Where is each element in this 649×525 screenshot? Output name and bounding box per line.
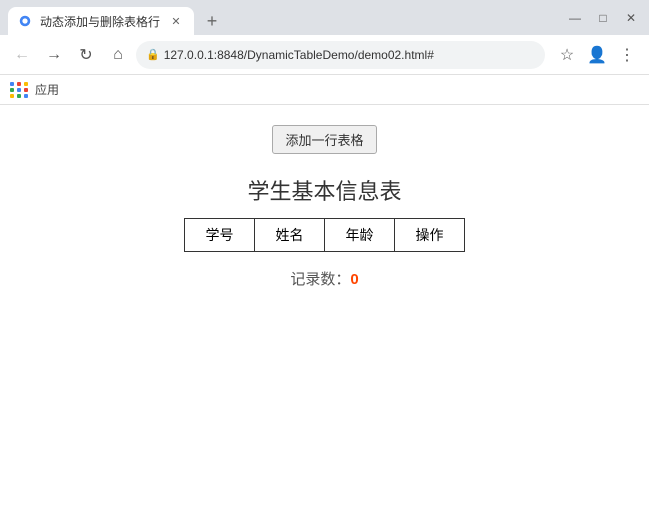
forward-button[interactable]: →: [40, 41, 68, 69]
more-button[interactable]: ⋮: [613, 41, 641, 69]
apps-button[interactable]: 应用: [10, 81, 59, 98]
record-label: 记录数：: [290, 271, 350, 288]
nav-bar: ← → ↻ ⌂ 🔒 127.0.0.1:8848/DynamicTableDem…: [0, 35, 649, 75]
table-header: 学号 姓名 年龄 操作: [185, 219, 465, 252]
window-controls: — □ ✕: [565, 11, 641, 25]
col-action: 操作: [395, 219, 465, 252]
home-button[interactable]: ⌂: [104, 41, 132, 69]
maximize-button[interactable]: □: [593, 11, 613, 25]
record-count-display: 记录数：0: [290, 268, 358, 289]
bookmark-button[interactable]: ☆: [553, 41, 581, 69]
nav-right-buttons: ☆ 👤 ⋮: [553, 41, 641, 69]
new-tab-button[interactable]: +: [198, 7, 226, 35]
table-title: 学生基本信息表: [247, 174, 401, 206]
browser-frame: 动态添加与删除表格行 ✕ + — □ ✕ ← → ↻ ⌂ 🔒 127.0.0.1…: [0, 0, 649, 525]
tab-close-button[interactable]: ✕: [168, 13, 184, 29]
tab-title: 动态添加与删除表格行: [40, 13, 160, 30]
title-bar: 动态添加与删除表格行 ✕ + — □ ✕: [0, 0, 649, 35]
col-name: 姓名: [255, 219, 325, 252]
table-header-row: 学号 姓名 年龄 操作: [185, 219, 465, 252]
bookmarks-bar: 应用: [0, 75, 649, 105]
record-count-value: 0: [350, 271, 358, 288]
col-age: 年龄: [325, 219, 395, 252]
student-table: 学号 姓名 年龄 操作: [184, 218, 465, 252]
page-content: 添加一行表格 学生基本信息表 学号 姓名 年龄 操作 记录数：0: [0, 105, 649, 525]
add-row-button-container: 添加一行表格: [272, 125, 376, 174]
close-button[interactable]: ✕: [621, 11, 641, 25]
tab-bar: 动态添加与删除表格行 ✕ +: [8, 0, 561, 35]
apps-grid-icon: [10, 82, 29, 98]
url-display: 127.0.0.1:8848/DynamicTableDemo/demo02.h…: [164, 48, 535, 62]
apps-label: 应用: [35, 81, 59, 98]
minimize-button[interactable]: —: [565, 11, 585, 25]
active-tab[interactable]: 动态添加与删除表格行 ✕: [8, 7, 194, 35]
add-row-button[interactable]: 添加一行表格: [272, 125, 376, 154]
col-id: 学号: [185, 219, 255, 252]
address-bar[interactable]: 🔒 127.0.0.1:8848/DynamicTableDemo/demo02…: [136, 41, 545, 69]
lock-icon: 🔒: [146, 48, 160, 61]
back-button[interactable]: ←: [8, 41, 36, 69]
tab-favicon: [18, 14, 32, 28]
account-button[interactable]: 👤: [583, 41, 611, 69]
reload-button[interactable]: ↻: [72, 41, 100, 69]
